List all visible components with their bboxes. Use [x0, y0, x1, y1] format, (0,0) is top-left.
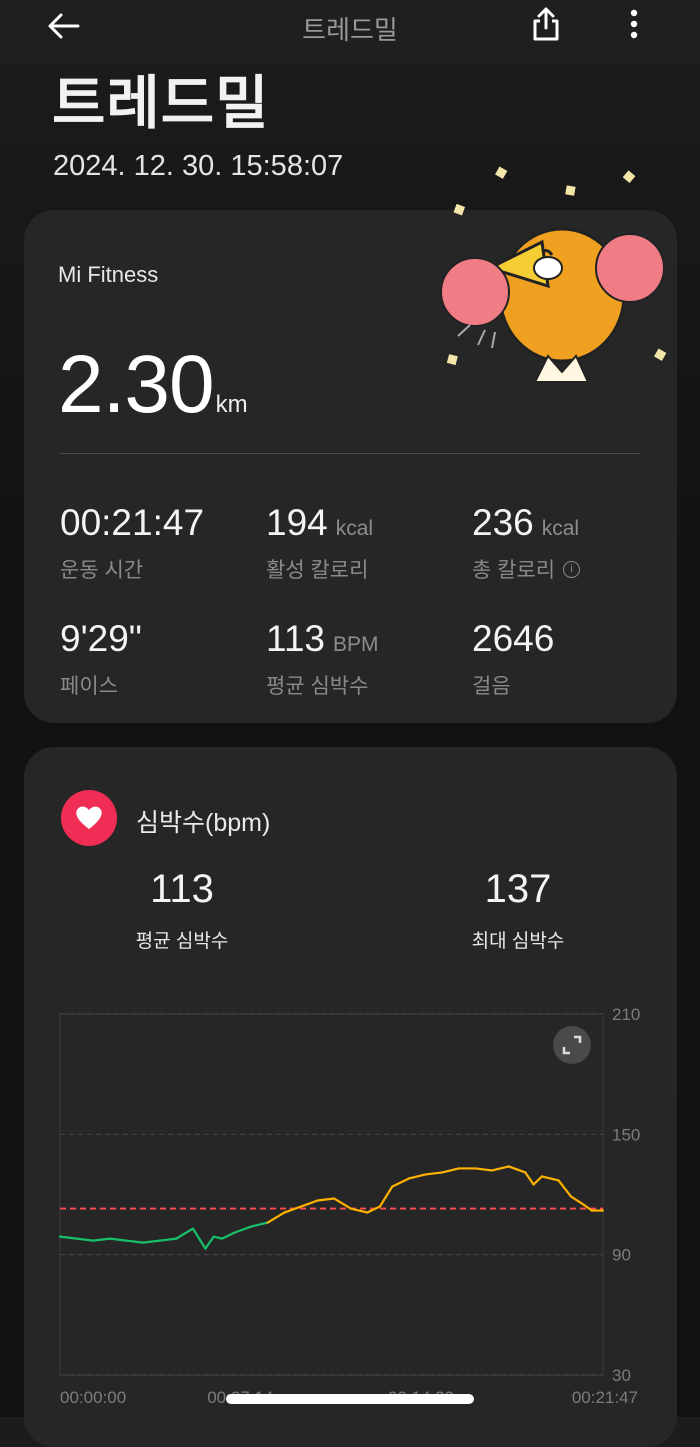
heart-rate-line-segment: [424, 1171, 444, 1176]
heart-rate-line-segment: [212, 1235, 224, 1240]
heart-rate-line-segment: [266, 1211, 286, 1224]
heart-rate-line-segment: [490, 1165, 510, 1172]
heart-rate-line-segment: [58, 1235, 78, 1240]
y-tick-label: 210: [612, 1005, 640, 1024]
y-tick-label: 150: [612, 1125, 640, 1144]
heart-rate-line-segment: [158, 1237, 178, 1242]
heart-rate-line-segment: [316, 1197, 336, 1202]
heart-rate-line-segment: [569, 1195, 585, 1206]
heart-rate-line-segment: [175, 1227, 195, 1240]
heart-rate-line-segment: [233, 1225, 253, 1234]
heart-rate-line-segment: [108, 1237, 128, 1242]
heart-rate-line-segment: [391, 1177, 411, 1188]
heart-rate-line-segment: [532, 1175, 544, 1186]
heart-rate-line-segment: [191, 1227, 207, 1250]
x-tick-label: 00:00:00: [60, 1388, 126, 1407]
heart-rate-line-segment: [75, 1237, 95, 1242]
heart-rate-line-segment: [474, 1167, 494, 1172]
heart-rate-line-segment: [507, 1165, 527, 1174]
chart-frame: [59, 1013, 604, 1376]
heart-rate-line-segment: [557, 1179, 573, 1198]
heart-rate-line-segment: [299, 1199, 319, 1208]
heart-rate-line-segment: [549, 1177, 560, 1182]
home-indicator[interactable]: [226, 1394, 474, 1404]
y-tick-label: 90: [612, 1246, 631, 1265]
heart-rate-line-segment: [125, 1239, 145, 1244]
heart-rate-line-segment: [582, 1203, 593, 1212]
heart-rate-line-segment: [540, 1175, 552, 1180]
heart-rate-line-segment: [220, 1231, 236, 1240]
expand-chart-button[interactable]: [553, 1026, 591, 1064]
heart-rate-line-segment: [333, 1197, 352, 1210]
heart-rate-line-segment: [204, 1235, 215, 1250]
heart-rate-line-segment: [378, 1185, 394, 1208]
heart-rate-line-segment: [141, 1239, 161, 1244]
heart-rate-chart: 210150903000:00:0000:07:1400:14:2900:21:…: [58, 1005, 640, 1407]
heart-rate-line-segment: [92, 1237, 111, 1242]
heart-rate-line-segment: [524, 1171, 535, 1186]
heart-rate-line-segment: [441, 1167, 460, 1174]
heart-rate-line-segment: [366, 1205, 382, 1214]
heart-rate-line-segment: [407, 1173, 427, 1180]
heart-rate-line-segment: [250, 1221, 269, 1228]
x-tick-label: 00:21:47: [572, 1388, 638, 1407]
heart-rate-line-segment: [283, 1205, 303, 1214]
y-tick-label: 30: [612, 1366, 631, 1385]
